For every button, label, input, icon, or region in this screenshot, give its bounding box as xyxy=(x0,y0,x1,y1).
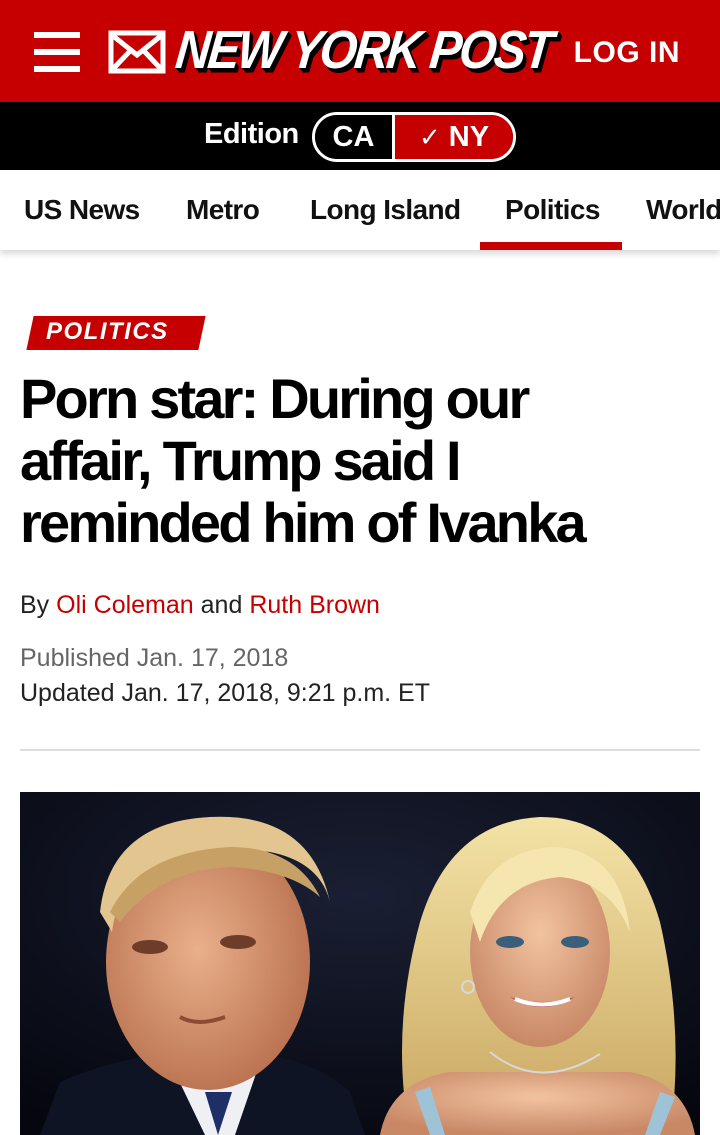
edition-option-label: CA xyxy=(332,120,375,153)
edition-option-ca[interactable]: CA xyxy=(315,115,395,159)
nav-item-world[interactable]: World xyxy=(646,194,720,226)
hamburger-menu-icon[interactable] xyxy=(34,32,80,72)
photo-illustration xyxy=(20,792,700,1135)
author-link[interactable]: Oli Coleman xyxy=(56,591,194,619)
nav-item-politics[interactable]: Politics xyxy=(505,194,600,226)
nav-item-long-island[interactable]: Long Island xyxy=(310,194,461,226)
section-nav: US News Metro Long Island Politics World xyxy=(0,170,720,250)
login-button[interactable]: LOG IN xyxy=(574,36,680,70)
nav-item-metro[interactable]: Metro xyxy=(186,194,260,226)
nav-item-us-news[interactable]: US News xyxy=(24,194,140,226)
envelope-icon[interactable] xyxy=(108,30,166,74)
author-link[interactable]: Ruth Brown xyxy=(249,591,380,619)
article-photo[interactable] xyxy=(20,792,700,1135)
edition-label: Edition xyxy=(204,118,299,150)
edition-option-ny[interactable]: ✓ NY xyxy=(395,115,513,159)
article-headline: Porn star: During our affair, Trump said… xyxy=(20,368,700,554)
byline-conjunction: and xyxy=(200,591,243,619)
section-tag[interactable]: POLITICS xyxy=(46,318,169,346)
divider xyxy=(20,749,700,751)
byline-prefix: By xyxy=(20,591,50,619)
edition-bar: Edition CA ✓ NY xyxy=(0,102,720,170)
edition-toggle[interactable]: CA ✓ NY xyxy=(312,112,516,162)
byline: By Oli Coleman and Ruth Brown xyxy=(20,591,380,620)
nav-active-indicator xyxy=(480,242,622,250)
site-logo[interactable]: NEW YORK POST xyxy=(173,14,554,86)
updated-date: Updated Jan. 17, 2018, 9:21 p.m. ET xyxy=(20,679,430,707)
logo-text: NEW YORK POST xyxy=(172,20,554,80)
edition-option-label: NY xyxy=(448,120,490,153)
headline-line: affair, Trump said I xyxy=(20,429,462,492)
checkmark-icon: ✓ xyxy=(418,121,441,152)
headline-line: reminded him of Ivanka xyxy=(20,491,587,554)
headline-line: Porn star: During our xyxy=(20,367,530,430)
published-date: Published Jan. 17, 2018 xyxy=(20,644,289,672)
site-header: NEW YORK POST LOG IN xyxy=(0,0,720,102)
